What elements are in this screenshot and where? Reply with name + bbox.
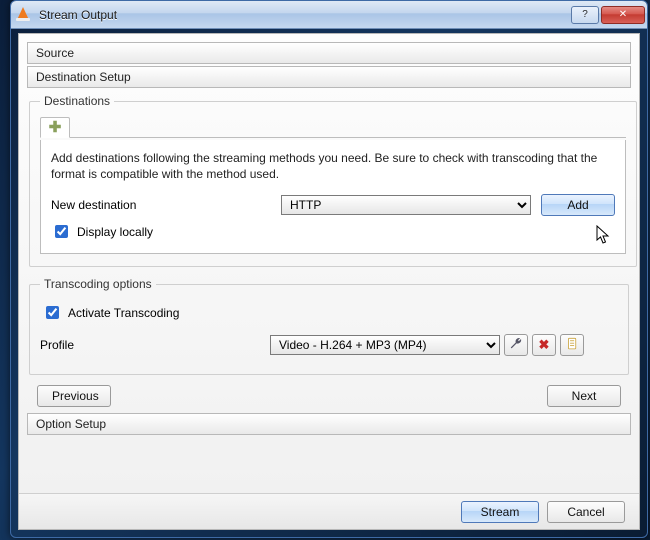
- titlebar[interactable]: Stream Output ? ✕: [11, 1, 647, 29]
- profile-row: Profile Video - H.264 + MP3 (MP4) ✖: [40, 334, 618, 356]
- destinations-group: Destinations ✚ Add destinations followin…: [29, 94, 637, 267]
- wrench-icon: [509, 337, 523, 354]
- profile-select[interactable]: Video - H.264 + MP3 (MP4): [270, 335, 500, 355]
- delete-profile-button[interactable]: ✖: [532, 334, 556, 356]
- destinations-panel: Add destinations following the streaming…: [40, 140, 626, 254]
- client-area: Source Destination Setup Destinations ✚ …: [18, 33, 640, 530]
- help-button[interactable]: ?: [571, 6, 599, 24]
- transcoding-group: Transcoding options Activate Transcoding…: [29, 277, 629, 375]
- display-locally-checkbox[interactable]: [55, 225, 68, 238]
- wizard-nav: Previous Next: [37, 385, 621, 407]
- profile-label: Profile: [40, 338, 270, 352]
- destinations-legend: Destinations: [40, 94, 114, 108]
- window-title: Stream Output: [39, 8, 569, 22]
- close-button[interactable]: ✕: [601, 6, 645, 24]
- stream-button[interactable]: Stream: [461, 501, 539, 523]
- document-icon: [566, 337, 579, 354]
- destinations-tabbar: ✚: [40, 116, 626, 138]
- new-destination-row: New destination HTTP Add: [51, 194, 615, 216]
- section-destination-setup[interactable]: Destination Setup: [27, 66, 631, 88]
- plus-icon: ✚: [49, 120, 62, 135]
- dialog-footer: Stream Cancel: [19, 493, 639, 529]
- activate-transcoding-row: Activate Transcoding: [42, 303, 618, 322]
- transcoding-legend: Transcoding options: [40, 277, 156, 291]
- next-button[interactable]: Next: [547, 385, 621, 407]
- activate-transcoding-checkbox[interactable]: [46, 306, 59, 319]
- dialog-window: Stream Output ? ✕ Source Destination Set…: [10, 0, 648, 538]
- section-option-setup[interactable]: Option Setup: [27, 413, 631, 435]
- add-destination-tab[interactable]: ✚: [40, 117, 70, 138]
- new-destination-label: New destination: [51, 198, 281, 212]
- new-profile-button[interactable]: [560, 334, 584, 356]
- section-source[interactable]: Source: [27, 42, 631, 64]
- display-locally-label: Display locally: [77, 225, 153, 239]
- add-button[interactable]: Add: [541, 194, 615, 216]
- cancel-button[interactable]: Cancel: [547, 501, 625, 523]
- vlc-icon: [17, 7, 33, 23]
- previous-button[interactable]: Previous: [37, 385, 111, 407]
- destinations-hint: Add destinations following the streaming…: [51, 150, 615, 182]
- display-locally-row: Display locally: [51, 222, 615, 241]
- edit-profile-button[interactable]: [504, 334, 528, 356]
- new-destination-select[interactable]: HTTP: [281, 195, 531, 215]
- window-buttons: ? ✕: [569, 6, 645, 24]
- delete-icon: ✖: [539, 337, 550, 353]
- activate-transcoding-label: Activate Transcoding: [68, 306, 179, 320]
